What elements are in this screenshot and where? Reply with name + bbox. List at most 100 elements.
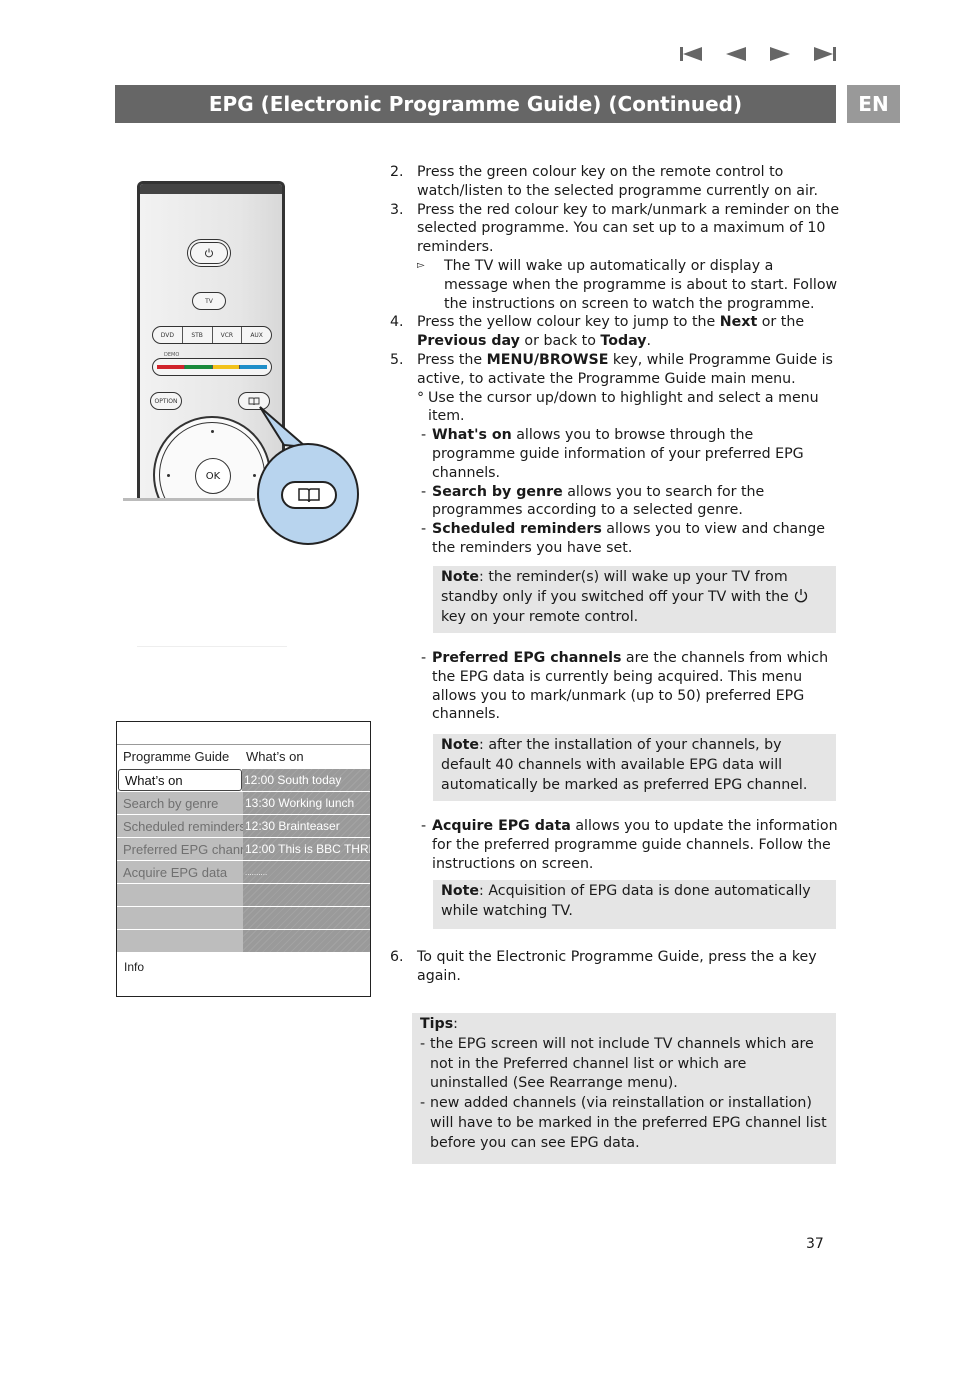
dash-bullet: - xyxy=(421,650,427,666)
left-dot xyxy=(167,474,170,477)
step-text: To quit the Electronic Programme Guide, … xyxy=(417,949,817,984)
blue-key xyxy=(240,365,267,369)
menu-item-label xyxy=(117,907,243,929)
whats-on-description: - What's on allows you to browse through… xyxy=(411,426,840,482)
note-text: : after the installation of your channel… xyxy=(441,737,808,793)
step-text: . xyxy=(646,333,652,350)
step-text: or back to xyxy=(519,333,601,350)
page-number: 37 xyxy=(806,1236,824,1252)
epg-menu-item-whats-on[interactable]: What’s on 12:00 South today xyxy=(117,768,370,791)
colour-keys xyxy=(152,358,272,376)
cursor-instruction: ° Use the cursor up/down to highlight an… xyxy=(417,389,840,427)
vcr-button: VCR xyxy=(213,327,243,343)
programme-entry: .......... xyxy=(243,861,370,883)
preferred-channels-description: - Preferred EPG channels are the channel… xyxy=(411,649,840,724)
tips-label: Tips xyxy=(420,1016,454,1032)
epg-menu-item-preferred-channels[interactable]: Preferred EPG chann.. 12:00 This is BBC … xyxy=(117,837,370,860)
next-page-button[interactable] xyxy=(758,44,802,64)
previous-page-button[interactable] xyxy=(714,44,758,64)
epg-empty-row xyxy=(117,929,370,952)
note-acquisition: Note: Acquisition of EPG data is done au… xyxy=(433,880,836,929)
epg-menu: What’s on 12:00 South today Search by ge… xyxy=(117,768,370,952)
epg-menu-item-acquire-data[interactable]: Acquire EPG data .......... xyxy=(117,860,370,883)
dash-bullet: - xyxy=(420,1035,426,1052)
skip-to-end-icon xyxy=(814,47,836,61)
green-key xyxy=(184,365,213,369)
epg-screen: Programme Guide What’s on What’s on 12:0… xyxy=(116,721,371,997)
epg-menu-item-search-by-genre[interactable]: Search by genre 13:30 Working lunch xyxy=(117,791,370,814)
programme-entry: 12:30 Brainteaser xyxy=(243,815,370,837)
step-number: 5. xyxy=(390,351,404,368)
step-text: Press the green colour key on the remote… xyxy=(417,164,818,199)
step-text: Press the yellow colour key to jump to t… xyxy=(417,314,720,331)
navigation-pad: OK xyxy=(153,416,271,501)
dash-bullet: - xyxy=(421,818,427,834)
result-arrow-icon: ▻ xyxy=(417,259,425,271)
language-badge: EN xyxy=(847,85,900,123)
programme-entry xyxy=(243,930,370,952)
menu-item-label xyxy=(117,930,243,952)
divider xyxy=(137,646,287,647)
option-button: OPTION xyxy=(150,392,182,410)
term: What's on xyxy=(432,427,512,444)
programme-entry xyxy=(243,907,370,929)
acquire-epg-description: - Acquire EPG data allows you to update … xyxy=(411,817,840,873)
tip-item: - the EPG screen will not include TV cha… xyxy=(420,1035,828,1094)
scheduled-reminders-description: - Scheduled reminders allows you to view… xyxy=(411,520,840,558)
epg-info-label: Info xyxy=(124,960,145,974)
menu-item-label: What’s on xyxy=(118,769,242,791)
menu-item-label xyxy=(117,884,243,906)
term: Acquire EPG data xyxy=(432,818,571,834)
programme-entry: 13:30 Working lunch xyxy=(243,792,370,814)
step-4: 4. Press the yellow colour key to jump t… xyxy=(390,313,840,351)
right-dot xyxy=(253,474,256,477)
note-label: Note xyxy=(441,883,480,899)
step-number: 2. xyxy=(390,164,404,180)
guide-button-callout xyxy=(257,443,359,545)
last-page-button[interactable] xyxy=(802,44,846,64)
menu-item-label: Search by genre xyxy=(117,792,243,814)
menu-item-label: Preferred EPG chann.. xyxy=(117,838,243,860)
skip-to-start-icon xyxy=(680,47,702,61)
first-page-button[interactable] xyxy=(670,44,714,64)
stb-button: STB xyxy=(183,327,213,343)
today-label: Today xyxy=(600,333,647,350)
menu-item-label: Acquire EPG data xyxy=(117,861,243,883)
option-label: OPTION xyxy=(154,397,178,405)
acquire-section: - Acquire EPG data allows you to update … xyxy=(390,817,840,873)
dash-bullet: - xyxy=(420,1095,426,1112)
page-navigation xyxy=(670,44,846,64)
tips-title: Tips: xyxy=(420,1016,458,1032)
guide-book-icon xyxy=(248,397,260,405)
epg-empty-row xyxy=(117,906,370,929)
tip-text: the EPG screen will not include TV chann… xyxy=(430,1035,814,1092)
note-reminder-standby: Note: the reminder(s) will wake up your … xyxy=(433,566,836,633)
source-buttons: DVD STB VCR AUX xyxy=(152,326,272,344)
power-icon xyxy=(795,588,808,603)
red-key xyxy=(157,365,185,369)
tips-box: Tips: - the EPG screen will not include … xyxy=(412,1013,836,1164)
note-label: Note xyxy=(441,569,480,585)
note-text: key on your remote control. xyxy=(441,608,639,625)
step-number: 3. xyxy=(390,201,404,218)
menu-browse-key-label: MENU/BROWSE xyxy=(486,351,609,368)
epg-menu-item-scheduled-reminders[interactable]: Scheduled reminders 12:30 Brainteaser xyxy=(117,814,370,837)
callout-guide-button xyxy=(281,481,337,509)
step-text: or the xyxy=(757,314,805,331)
note-label: Note xyxy=(441,737,480,753)
step-3-result: ▻ The TV will wake up automatically or d… xyxy=(417,257,840,313)
step-2: 2. Press the green colour key on the rem… xyxy=(390,163,840,201)
note-default-channels: Note: after the installation of your cha… xyxy=(433,734,836,801)
ok-label: OK xyxy=(205,470,221,482)
power-icon xyxy=(205,248,213,258)
note-text: : the reminder(s) will wake up your TV f… xyxy=(441,569,794,605)
guide-book-icon xyxy=(298,488,320,503)
up-dot xyxy=(211,430,214,433)
next-label: Next xyxy=(719,314,758,331)
tv-button: TV xyxy=(192,292,226,310)
note-text: : Acquisition of EPG data is done automa… xyxy=(441,883,811,919)
step-number: 6. xyxy=(390,949,404,965)
preferred-channels-section: - Preferred EPG channels are the channel… xyxy=(390,649,840,724)
page-title: EPG (Electronic Programme Guide) (Contin… xyxy=(115,85,836,123)
step-text: Press the red colour key to mark/unmark … xyxy=(417,201,840,256)
